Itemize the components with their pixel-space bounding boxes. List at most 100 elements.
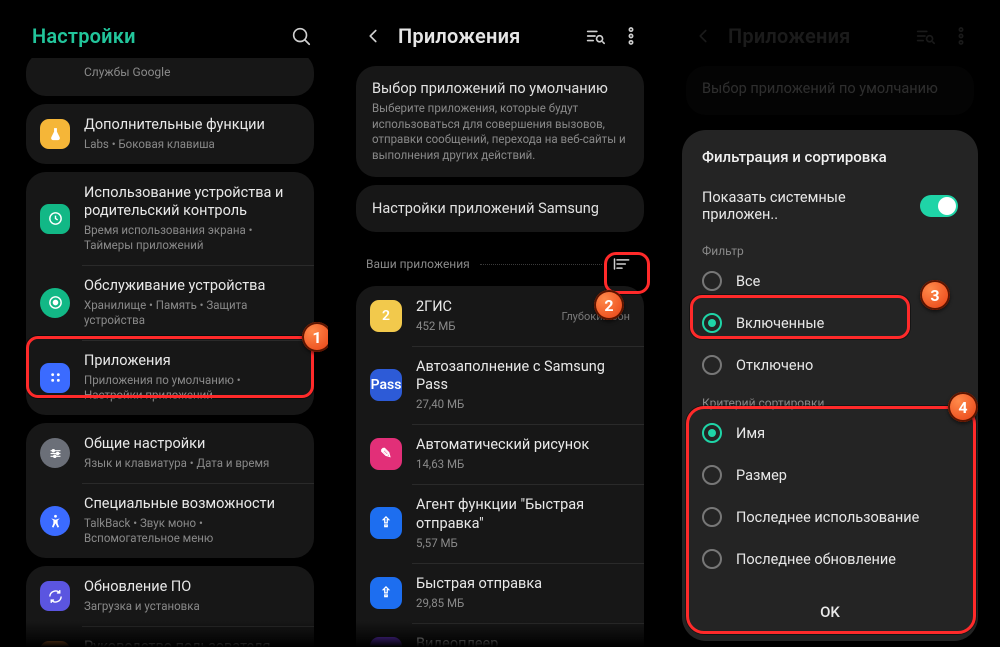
general-icon xyxy=(40,438,70,468)
app-icon: ▶ xyxy=(370,637,402,647)
app-icon: ⇪ xyxy=(370,577,402,609)
app-sleep-badge: Глубокий сон xyxy=(562,310,631,323)
radio-icon[interactable] xyxy=(702,507,722,527)
item-sub: Labs • Боковая клавиша xyxy=(84,137,300,152)
sort-option[interactable]: Имя xyxy=(686,412,974,454)
show-system-row[interactable]: Показать системные приложен.. xyxy=(686,178,974,234)
radio-icon[interactable] xyxy=(702,465,722,485)
app-size: 29,85 МБ xyxy=(416,596,630,611)
wellbeing-icon xyxy=(40,204,70,234)
app-name: Агент функции "Быстрая отправка" xyxy=(416,496,630,532)
item-title: Руководство пользователя xyxy=(84,638,300,647)
filter-sort-sheet: Фильтрация и сортировка Показать системн… xyxy=(682,130,978,641)
radio-icon[interactable] xyxy=(702,423,722,443)
settings-item[interactable]: Обслуживание устройства Хранилище • Памят… xyxy=(26,265,314,340)
default-apps-box[interactable]: Выбор приложений по умолчанию Выберите п… xyxy=(356,66,644,177)
app-name: Автоматический рисунок xyxy=(416,436,630,454)
header: Настройки xyxy=(12,12,328,58)
screen-filter-sort: Приложения Выбор приложений по умолчанию… xyxy=(672,12,988,647)
your-apps-header: Ваши приложения xyxy=(350,240,650,278)
item-title: Обслуживание устройства xyxy=(84,277,300,295)
screen-apps: Приложения Выбор приложений по умолчанию… xyxy=(342,12,658,647)
labs-icon xyxy=(40,119,70,149)
radio-icon[interactable] xyxy=(702,271,722,291)
settings-item[interactable]: Общие настройки Язык и клавиатура • Дата … xyxy=(26,423,314,483)
option-label: Отключено xyxy=(736,357,958,374)
page-title: Приложения xyxy=(398,24,570,48)
app-icon: ⇪ xyxy=(370,507,402,539)
app-size: 452 МБ xyxy=(416,319,548,334)
sort-option[interactable]: Последнее обновление xyxy=(686,538,974,580)
item-sub: Приложения по умолчанию • Настройки прил… xyxy=(84,373,300,403)
app-row[interactable]: Pass Автозаполнение с Samsung Pass 27,40 М… xyxy=(356,346,644,424)
app-row[interactable]: ⇪Агент функции "Быстрая отправка"5,57 МБ xyxy=(356,484,644,562)
item-sub: Время использования экрана • Таймеры при… xyxy=(84,223,300,253)
sort-icon[interactable] xyxy=(612,254,632,274)
item-title: Дополнительные функции xyxy=(84,116,300,134)
show-system-label: Показать системные приложен.. xyxy=(702,189,906,223)
update-icon xyxy=(40,581,70,611)
screen-settings: Настройки Службы Google Дополнительные ф… xyxy=(12,12,328,647)
app-icon: 2 xyxy=(370,300,402,332)
item-title: Приложения xyxy=(84,352,300,370)
box-title: Выбор приложений по умолчанию xyxy=(372,80,628,97)
app-name: Быстрая отправка xyxy=(416,575,630,593)
search-list-icon[interactable] xyxy=(584,25,606,47)
filter-option[interactable]: Включенные xyxy=(686,302,974,344)
app-name: 2ГИС xyxy=(416,298,548,316)
samsung-app-settings[interactable]: Настройки приложений Samsung xyxy=(356,185,644,232)
your-apps-label: Ваши приложения xyxy=(366,257,470,271)
item-title: Использование устройства и родительский … xyxy=(84,184,300,220)
devicecare-icon xyxy=(40,288,70,318)
option-label: Все xyxy=(736,273,958,290)
filter-header: Фильтр xyxy=(686,234,974,260)
app-row[interactable]: ▶Видеоплеер22,64 МБ xyxy=(356,623,644,647)
option-label: Последнее использование xyxy=(736,509,958,526)
app-row[interactable]: ✎ Автоматический рисунок 14,63 МБ xyxy=(356,424,644,484)
settings-item[interactable]: Специальные возможностиTalkBack • Звук м… xyxy=(26,483,314,558)
item-title: Обновление ПО xyxy=(84,578,300,596)
settings-item[interactable]: Обновление ПО Загрузка и установка xyxy=(26,566,314,626)
settings-item[interactable]: Руководство пользователяДополнительно xyxy=(26,626,314,647)
settings-item[interactable]: Использование устройства и родительский … xyxy=(26,172,314,265)
sort-option[interactable]: Последнее использование xyxy=(686,496,974,538)
sort-header: Критерий сортировки xyxy=(686,386,974,412)
option-label: Имя xyxy=(736,425,958,442)
app-row[interactable]: ⇪ Быстрая отправка 29,85 МБ xyxy=(356,563,644,623)
radio-icon[interactable] xyxy=(702,549,722,569)
app-icon: Pass xyxy=(370,369,402,401)
option-label: Размер xyxy=(736,467,958,484)
app-name: Автозаполнение с Samsung Pass xyxy=(416,358,630,394)
option-label: Последнее обновление xyxy=(736,551,958,568)
app-size: 27,40 МБ xyxy=(416,397,630,412)
header: Приложения xyxy=(342,12,658,58)
radio-icon[interactable] xyxy=(702,355,722,375)
settings-body: Службы Google Дополнительные функции Labs… xyxy=(12,58,328,647)
search-icon[interactable] xyxy=(290,25,312,47)
item-sub: Хранилище • Память • Защита устройства xyxy=(84,298,300,328)
apps-icon xyxy=(40,363,70,393)
manual-icon xyxy=(40,641,70,647)
back-icon[interactable] xyxy=(362,25,384,47)
app-row[interactable]: 2 2ГИС 452 МБ Глубокий сон xyxy=(356,286,644,346)
ok-button[interactable]: OK xyxy=(686,587,974,631)
radio-icon[interactable] xyxy=(702,313,722,333)
app-name: Видеоплеер xyxy=(416,635,630,647)
settings-item[interactable]: Приложения Приложения по умолчанию • Наст… xyxy=(26,340,314,415)
sort-option[interactable]: Размер xyxy=(686,454,974,496)
option-label: Включенные xyxy=(736,315,958,332)
settings-item-google[interactable]: Службы Google xyxy=(26,58,314,96)
more-icon[interactable] xyxy=(620,25,642,47)
item-sub: Язык и клавиатура • Дата и время xyxy=(84,456,300,471)
item-title: Службы Google xyxy=(84,65,300,81)
app-icon: ✎ xyxy=(370,438,402,470)
settings-item[interactable]: Дополнительные функции Labs • Боковая кла… xyxy=(26,104,314,164)
item-sub: Загрузка и установка xyxy=(84,599,300,614)
show-system-toggle[interactable] xyxy=(920,195,958,217)
filter-option[interactable]: Отключено xyxy=(686,344,974,386)
box-sub: Выберите приложения, которые будут испол… xyxy=(372,101,628,163)
filter-option[interactable]: Все xyxy=(686,260,974,302)
item-title: Общие настройки xyxy=(84,435,300,453)
page-title: Настройки xyxy=(32,24,276,48)
app-size: 14,63 МБ xyxy=(416,457,630,472)
